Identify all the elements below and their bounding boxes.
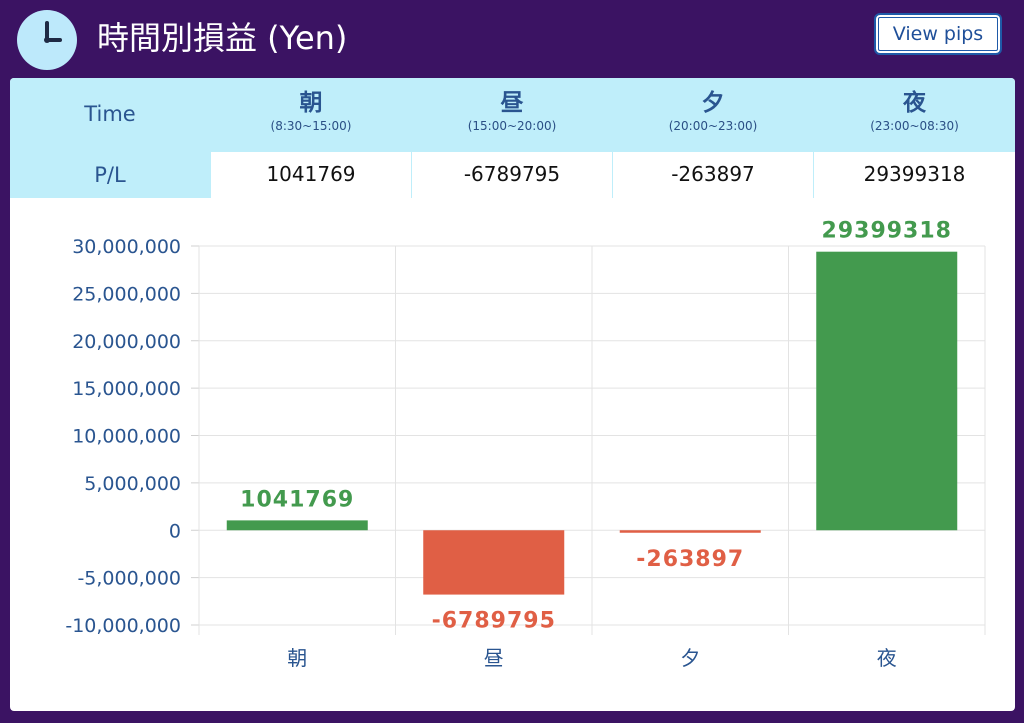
- clock-icon: [17, 10, 77, 70]
- y-tick-label: 25,000,000: [72, 283, 181, 305]
- data-label: -6789795: [432, 609, 556, 634]
- data-label: 29399318: [822, 219, 952, 244]
- x-tick-label: 夜: [877, 646, 897, 670]
- y-tick-label: 10,000,000: [72, 426, 181, 448]
- data-label: 1041769: [240, 487, 354, 512]
- x-tick-label: 昼: [484, 646, 504, 670]
- view-pips-button[interactable]: View pips: [874, 13, 1002, 55]
- page-title: 時間別損益 (Yen): [97, 19, 348, 57]
- data-label: -263897: [636, 547, 744, 572]
- y-tick-label: -10,000,000: [65, 615, 181, 637]
- header-bar: 時間別損益 (Yen) View pips: [0, 0, 1024, 78]
- y-tick-label: -5,000,000: [77, 568, 181, 590]
- x-tick-label: 夕: [680, 646, 700, 670]
- bar-1: [226, 520, 368, 531]
- x-tick-label: 朝: [287, 646, 307, 670]
- chart-panel: Time P/L 朝 (8:30~15:00) 昼 (15:00~20:00) …: [10, 78, 1015, 711]
- bar-2: [423, 530, 565, 595]
- y-tick-label: 30,000,000: [72, 236, 181, 258]
- y-tick-label: 5,000,000: [84, 473, 181, 495]
- bar-chart: -10,000,000 -5,000,000 0 5,000,000 10,000,00…: [65, 219, 986, 670]
- bar-3: [619, 530, 761, 533]
- y-tick-label: 15,000,000: [72, 378, 181, 400]
- y-tick-label: 20,000,000: [72, 331, 181, 353]
- bar-4: [816, 251, 958, 531]
- y-tick-label: 0: [169, 520, 181, 542]
